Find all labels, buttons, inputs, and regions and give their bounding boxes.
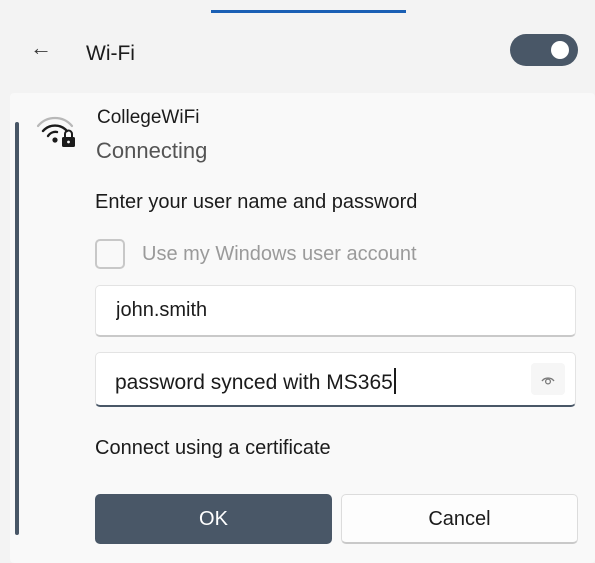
cancel-button[interactable]: Cancel bbox=[341, 494, 578, 544]
toggle-knob bbox=[551, 41, 569, 59]
connect-using-certificate-link[interactable]: Connect using a certificate bbox=[95, 437, 331, 460]
connection-status: Connecting bbox=[96, 138, 208, 163]
text-caret bbox=[393, 368, 396, 394]
password-field[interactable]: password synced with MS365 bbox=[95, 352, 576, 407]
clipped-heading bbox=[0, 0, 595, 14]
username-field[interactable] bbox=[95, 285, 576, 337]
wifi-locked-icon bbox=[36, 116, 75, 147]
network-name: CollegeWiFi bbox=[97, 107, 200, 128]
selection-accent-bar bbox=[15, 122, 19, 535]
reveal-password-button[interactable] bbox=[531, 363, 565, 395]
password-text: password synced with MS365 bbox=[115, 368, 396, 395]
credentials-prompt: Enter your user name and password bbox=[95, 191, 418, 213]
eye-icon bbox=[541, 377, 555, 385]
use-windows-account-checkbox[interactable] bbox=[95, 239, 125, 269]
wifi-toggle[interactable] bbox=[510, 34, 578, 66]
clipped-link bbox=[211, 0, 406, 13]
wifi-header: ← Wi-Fi bbox=[0, 14, 595, 84]
back-arrow-icon[interactable]: ← bbox=[30, 37, 52, 59]
use-windows-account-label: Use my Windows user account bbox=[142, 243, 417, 265]
ok-button[interactable]: OK bbox=[95, 494, 332, 544]
page-title: Wi-Fi bbox=[86, 42, 135, 65]
